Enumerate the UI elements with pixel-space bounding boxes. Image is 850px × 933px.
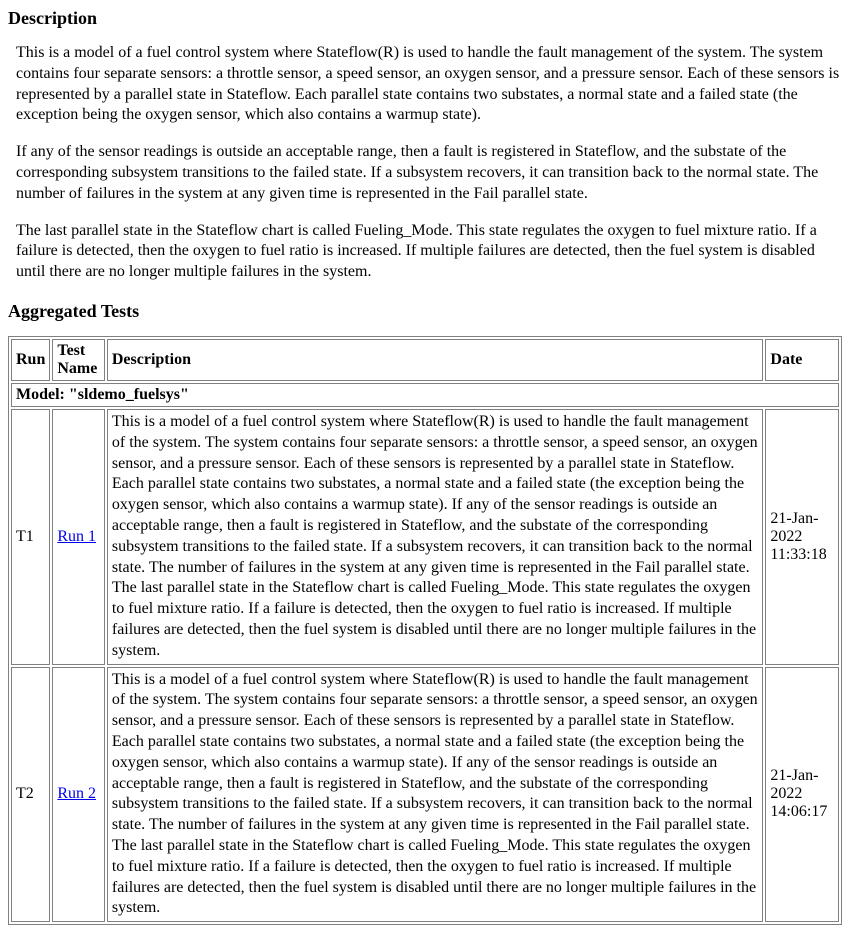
cell-run: T1 — [11, 409, 50, 665]
table-row: T2 Run 2 This is a model of a fuel contr… — [11, 667, 839, 923]
run-link[interactable]: Run 2 — [57, 785, 96, 802]
table-header-row: Run Test Name Description Date — [11, 339, 839, 381]
cell-description: This is a model of a fuel control system… — [107, 667, 764, 923]
description-paragraph: If any of the sensor readings is outside… — [16, 142, 842, 204]
cell-date: 21-Jan-2022 14:06:17 — [765, 667, 839, 923]
cell-date: 21-Jan-2022 11:33:18 — [765, 409, 839, 665]
description-heading: Description — [8, 8, 842, 29]
cell-test-name: Run 1 — [52, 409, 105, 665]
aggregated-tests-heading: Aggregated Tests — [8, 301, 842, 322]
aggregated-tests-table: Run Test Name Description Date Model: "s… — [8, 336, 842, 925]
model-cell: Model: "sldemo_fuelsys" — [11, 383, 839, 407]
col-header-description: Description — [107, 339, 764, 381]
cell-run: T2 — [11, 667, 50, 923]
cell-description: This is a model of a fuel control system… — [107, 409, 764, 665]
col-header-date: Date — [765, 339, 839, 381]
description-paragraph: The last parallel state in the Stateflow… — [16, 221, 842, 283]
col-header-test-name: Test Name — [52, 339, 105, 381]
run-link[interactable]: Run 1 — [57, 528, 96, 545]
model-row: Model: "sldemo_fuelsys" — [11, 383, 839, 407]
description-paragraph: This is a model of a fuel control system… — [16, 43, 842, 126]
col-header-run: Run — [11, 339, 50, 381]
cell-test-name: Run 2 — [52, 667, 105, 923]
table-row: T1 Run 1 This is a model of a fuel contr… — [11, 409, 839, 665]
